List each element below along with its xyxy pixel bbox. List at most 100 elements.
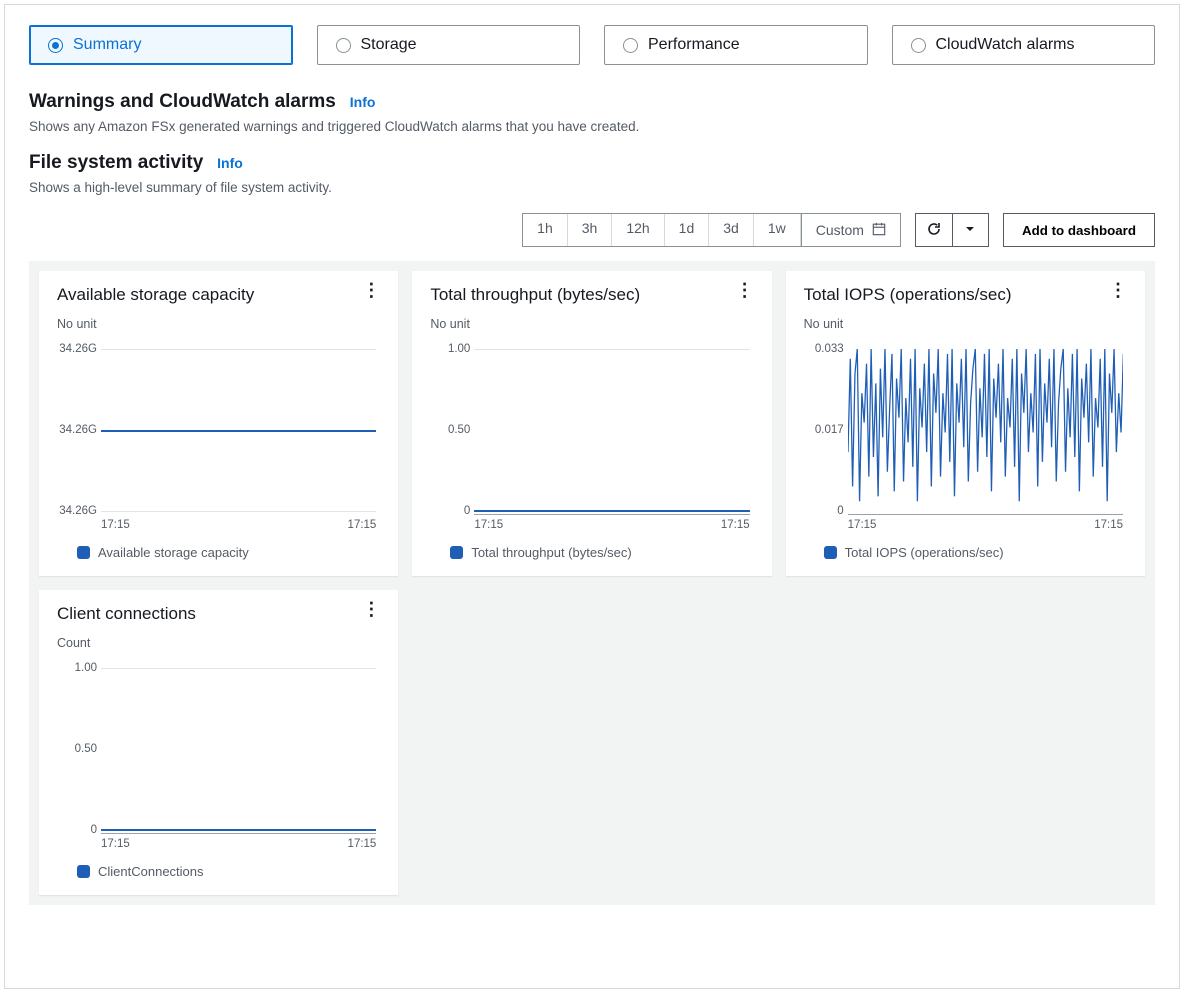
radio-icon (911, 38, 926, 53)
range-1w[interactable]: 1w (754, 214, 801, 246)
calendar-icon (872, 222, 886, 239)
y-tick: 34.26G (57, 424, 97, 436)
y-tick: 1.00 (430, 343, 470, 355)
radio-icon (623, 38, 638, 53)
legend-label: Available storage capacity (98, 545, 249, 560)
legend-swatch (77, 865, 90, 878)
chart-unit: Count (57, 636, 380, 650)
section-activity: File system activity Info Shows a high-l… (29, 152, 1155, 195)
legend-label: ClientConnections (98, 864, 204, 879)
chart-menu-button[interactable]: ⋮ (362, 285, 380, 295)
caret-down-icon (964, 222, 976, 238)
charts-region: Available storage capacity ⋮ No unit 34.… (29, 261, 1155, 905)
data-line (848, 335, 1123, 515)
radio-icon (48, 38, 63, 53)
info-link[interactable]: Info (350, 94, 376, 110)
data-line (101, 829, 376, 831)
x-tick: 17:15 (474, 519, 503, 531)
y-tick: 34.26G (57, 343, 97, 355)
section-desc: Shows a high-level summary of file syste… (29, 180, 1155, 195)
chart-title: Total throughput (bytes/sec) (430, 285, 640, 305)
y-tick: 0.033 (804, 343, 844, 355)
y-tick: 0.50 (57, 743, 97, 755)
radio-icon (336, 38, 351, 53)
axis (101, 833, 376, 834)
tab-cloudwatch-alarms[interactable]: CloudWatch alarms (892, 25, 1156, 65)
y-tick: 0 (57, 824, 97, 836)
range-12h[interactable]: 12h (612, 214, 664, 246)
chart-toolbar: 1h 3h 12h 1d 3d 1w Custom (29, 213, 1155, 247)
chart-menu-button[interactable]: ⋮ (362, 604, 380, 614)
range-1h[interactable]: 1h (523, 214, 568, 246)
x-tick: 17:15 (348, 519, 377, 531)
view-tabs: Summary Storage Performance CloudWatch a… (29, 25, 1155, 65)
legend-label: Total IOPS (operations/sec) (845, 545, 1004, 560)
x-ticks: 17:15 17:15 (848, 519, 1123, 531)
tab-summary[interactable]: Summary (29, 25, 293, 65)
info-link[interactable]: Info (217, 155, 243, 171)
x-tick: 17:15 (101, 519, 130, 531)
refresh-button[interactable] (915, 213, 953, 247)
chart-card-storage-capacity: Available storage capacity ⋮ No unit 34.… (39, 271, 398, 576)
y-tick: 1.00 (57, 662, 97, 674)
chart-grid: Available storage capacity ⋮ No unit 34.… (39, 271, 1145, 895)
monitoring-panel: Summary Storage Performance CloudWatch a… (4, 4, 1180, 989)
range-1d[interactable]: 1d (665, 214, 710, 246)
tab-label: Storage (361, 36, 417, 54)
chart-title: Available storage capacity (57, 285, 254, 305)
x-tick: 17:15 (1094, 519, 1123, 531)
section-title: File system activity (29, 152, 203, 174)
chart-legend: Total throughput (bytes/sec) (450, 545, 753, 560)
refresh-group (915, 213, 989, 247)
x-tick: 17:15 (848, 519, 877, 531)
chart-title: Client connections (57, 604, 196, 624)
custom-label: Custom (816, 222, 864, 238)
chart-menu-button[interactable]: ⋮ (736, 285, 754, 295)
section-title: Warnings and CloudWatch alarms (29, 91, 336, 113)
x-tick: 17:15 (101, 838, 130, 850)
range-3d[interactable]: 3d (709, 214, 754, 246)
legend-label: Total throughput (bytes/sec) (471, 545, 631, 560)
x-tick: 17:15 (348, 838, 377, 850)
data-line (101, 430, 376, 432)
chart-card-throughput: Total throughput (bytes/sec) ⋮ No unit 1… (412, 271, 771, 576)
chart-legend: ClientConnections (77, 864, 380, 879)
x-ticks: 17:15 17:15 (101, 519, 376, 531)
y-tick: 34.26G (57, 505, 97, 517)
refresh-icon (926, 221, 942, 240)
chart-card-client-connections: Client connections ⋮ Count 1.00 0.50 0 1… (39, 590, 398, 895)
chart-unit: No unit (804, 317, 1127, 331)
x-tick: 17:15 (721, 519, 750, 531)
chart-menu-button[interactable]: ⋮ (1109, 285, 1127, 295)
axis (848, 514, 1123, 515)
time-range-group: 1h 3h 12h 1d 3d 1w Custom (522, 213, 901, 247)
x-ticks: 17:15 17:15 (101, 838, 376, 850)
legend-swatch (824, 546, 837, 559)
y-tick: 0 (430, 505, 470, 517)
tab-storage[interactable]: Storage (317, 25, 581, 65)
refresh-dropdown-button[interactable] (953, 213, 989, 247)
tab-label: Summary (73, 36, 141, 54)
section-warnings: Warnings and CloudWatch alarms Info Show… (29, 91, 1155, 134)
chart-plot: 34.26G 34.26G 34.26G (101, 335, 376, 515)
axis (474, 514, 749, 515)
chart-plot: 0.033 0.017 0 (848, 335, 1123, 515)
tab-performance[interactable]: Performance (604, 25, 868, 65)
range-custom[interactable]: Custom (801, 214, 900, 246)
legend-swatch (77, 546, 90, 559)
y-tick: 0.50 (430, 424, 470, 436)
range-3h[interactable]: 3h (568, 214, 613, 246)
tab-label: CloudWatch alarms (936, 36, 1075, 54)
section-desc: Shows any Amazon FSx generated warnings … (29, 119, 1155, 134)
chart-plot: 1.00 0.50 0 (474, 335, 749, 515)
chart-unit: No unit (57, 317, 380, 331)
chart-card-iops: Total IOPS (operations/sec) ⋮ No unit 0.… (786, 271, 1145, 576)
x-ticks: 17:15 17:15 (474, 519, 749, 531)
tab-label: Performance (648, 36, 740, 54)
chart-title: Total IOPS (operations/sec) (804, 285, 1012, 305)
add-to-dashboard-button[interactable]: Add to dashboard (1003, 213, 1155, 247)
data-line (474, 510, 749, 512)
chart-unit: No unit (430, 317, 753, 331)
y-tick: 0 (804, 505, 844, 517)
chart-legend: Total IOPS (operations/sec) (824, 545, 1127, 560)
